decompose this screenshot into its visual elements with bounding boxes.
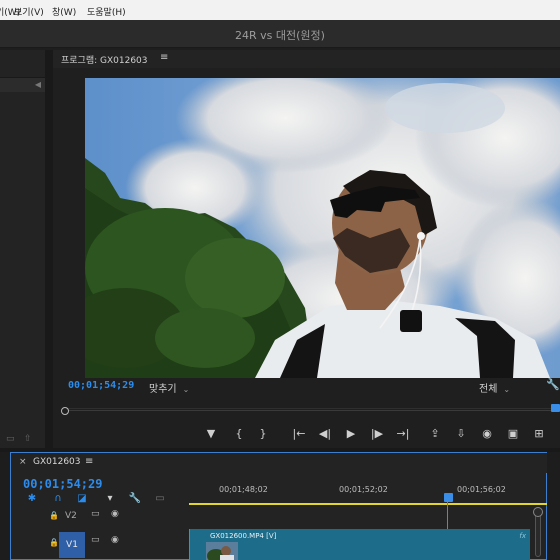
settings-wrench-icon[interactable]: 🔧 [546,378,560,391]
extract-icon[interactable]: ⇩ [453,427,469,440]
timeline-playhead-handle[interactable] [444,493,453,502]
export-frame-icon[interactable]: ◉ [479,427,495,440]
button-editor-icon[interactable]: ⊞ [531,427,547,440]
menu-item-window[interactable]: 창(W) [52,5,76,18]
program-monitor-status-row: 00;01;54;29 맞추기 ⌄ 전체 ⌄ 🔧 [53,378,560,395]
timeline-vertical-scrollbar[interactable] [531,507,545,560]
step-back-icon[interactable]: ◀| [317,427,333,440]
menu-item-view[interactable]: 보기(V) [14,5,44,18]
time-ruler[interactable]: 00;01;48;02 00;01;52;02 00;01;56;02 [189,479,547,507]
scrollbar-thumb[interactable] [533,507,543,517]
add-marker-icon[interactable]: ▼ [203,427,219,440]
ruler-label: 00;01;48;02 [219,485,268,494]
zoom-fit-value: 맞추기 [149,384,177,395]
captions-icon[interactable]: ▭ [153,493,167,504]
sync-lock-icon[interactable]: ▭ [91,535,100,545]
chevron-down-icon: ⌄ [503,385,511,394]
project-panel-header [0,50,45,78]
panel-divider[interactable] [45,50,53,450]
ruler-label: 00;01;52;02 [339,485,388,494]
audio-meter-edge [547,452,560,560]
timeline-settings-icon[interactable]: 🔧 [128,493,142,504]
title-bar: 24R vs 대전(원정) [0,20,560,48]
clip-label: GX012600.MP4 [V] [210,532,277,540]
program-monitor-title: 프로그램: GX012603 [61,56,148,66]
project-panel-footer: ▭ ⇧ [0,432,45,448]
playback-resolution-dropdown[interactable]: 전체 ⌄ [479,380,510,395]
lock-icon[interactable]: 🔒 [49,538,59,547]
list-view-icon[interactable]: ▭ [6,434,15,444]
close-icon[interactable]: × [19,457,27,467]
ruler-label: 00;01;56;02 [457,485,506,494]
eye-icon[interactable]: ◉ [111,535,119,545]
scrub-start-handle[interactable] [61,407,69,415]
video-frame [85,78,560,378]
mark-out-icon[interactable]: } [255,427,271,440]
menu-bar: 기(W) 보기(V) 창(W) 도움말(H) [0,0,560,20]
panel-menu-icon[interactable]: ≡ [160,52,168,63]
menu-item-help[interactable]: 도움말(H) [87,5,126,18]
program-monitor: 프로그램: GX012603 ≡ 00;01;54;29 맞추기 ⌄ 전체 ⌄ … [53,50,560,448]
play-icon[interactable]: ▶ [343,427,359,440]
window-title: 24R vs 대전(원정) [235,29,325,42]
work-area-bar[interactable] [189,503,547,505]
clip-thumbnail [206,542,238,560]
eye-icon[interactable]: ◉ [111,509,119,519]
chevron-down-icon: ⌄ [182,385,190,394]
snap-magnet-icon[interactable]: ∩ [51,493,65,504]
panel-menu-icon[interactable]: ≡ [85,456,93,467]
new-item-icon[interactable]: ⇧ [24,434,32,444]
program-timecode[interactable]: 00;01;54;29 [68,380,134,391]
playback-resolution-value: 전체 [479,384,498,395]
program-scrub-bar[interactable] [61,404,560,416]
video-clip[interactable]: GX012600.MP4 [V] fx [189,529,530,560]
project-panel: ◀ ▭ ⇧ [0,50,45,450]
timeline-tab[interactable]: × GX012603 ≡ [11,453,547,473]
program-monitor-tab[interactable]: 프로그램: GX012603 ≡ [53,50,560,68]
step-forward-icon[interactable]: |▶ [369,427,385,440]
timeline-timecode[interactable]: 00;01;54;29 [23,477,102,491]
go-to-in-icon[interactable]: |← [291,427,307,440]
tools-panel-edge [0,452,10,560]
transport-controls: ▼ {} |← ◀| ▶ |▶ →| ⇪ ⇩ ◉ ▣ ⊞ [203,427,560,443]
nest-icon[interactable]: ✱ [25,493,39,504]
go-to-out-icon[interactable]: →| [395,427,411,440]
timeline-panel: × GX012603 ≡ 00;01;54;29 ✱ ∩ ◪ ▾ 🔧 ▭ 00;… [10,452,547,560]
collapse-arrow-icon[interactable]: ◀ [35,80,41,89]
scrub-track [65,410,560,411]
add-marker-icon[interactable]: ▾ [103,493,117,504]
scrub-ticks [65,404,560,409]
comparison-view-icon[interactable]: ▣ [505,427,521,440]
lock-icon[interactable]: 🔒 [49,511,59,520]
sequence-name: GX012603 [33,457,81,467]
lift-icon[interactable]: ⇪ [427,427,443,440]
fx-badge: fx [519,532,526,540]
linked-selection-icon[interactable]: ◪ [75,493,89,504]
track-name[interactable]: V1 [59,532,85,558]
video-frame-image [85,78,560,378]
scrub-playhead[interactable] [551,404,560,412]
zoom-fit-dropdown[interactable]: 맞추기 ⌄ [149,380,189,395]
mark-in-icon[interactable]: { [231,427,247,440]
track-name[interactable]: V2 [65,511,77,521]
track-header-v1: 🔒 V1 ▭ ◉ [11,529,189,559]
sync-lock-icon[interactable]: ▭ [91,509,100,519]
